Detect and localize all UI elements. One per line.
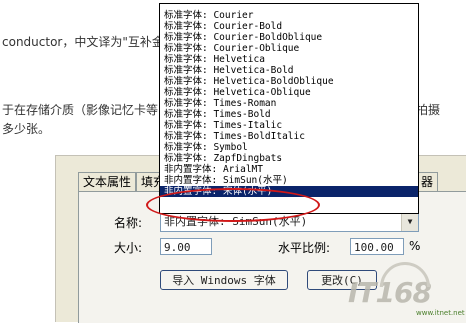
document-text-line: conductor，中文译为"互补金属	[2, 35, 176, 49]
font-size-label: 大小:	[114, 241, 143, 255]
chevron-down-icon[interactable]: ▼	[401, 213, 418, 231]
font-list-item[interactable]: 标准字体: Courier-Bold	[160, 21, 418, 32]
font-list-item[interactable]: 标准字体: Symbol	[160, 142, 418, 153]
document-text-line: 于在存储介质（影像记忆卡等	[2, 103, 159, 117]
font-name-select[interactable]: 非内置字体: SimSun(水平) ▼	[160, 212, 419, 232]
font-list-item[interactable]: 标准字体: Helvetica-Oblique	[160, 87, 418, 98]
tab-other[interactable]: 器	[416, 172, 438, 191]
font-list-item[interactable]: 非内置字体: SimSun(水平)	[160, 175, 418, 186]
font-list-item[interactable]: 标准字体: Courier-BoldOblique	[160, 32, 418, 43]
watermark-logo: IT168	[348, 262, 432, 309]
font-list-item[interactable]: 标准字体: Times-Bold	[160, 109, 418, 120]
font-list-item[interactable]: 标准字体: Times-BoldItalic	[160, 131, 418, 142]
horizontal-ratio-field[interactable]: 100.00	[350, 238, 404, 255]
tab-text-properties[interactable]: 文本属性	[78, 172, 136, 191]
font-list-item[interactable]: 标准字体: Courier	[160, 10, 418, 21]
font-size-field[interactable]: 9.00	[160, 238, 212, 255]
percent-unit-label: %	[409, 239, 421, 253]
font-list-item[interactable]: 标准字体: ZapfDingbats	[160, 153, 418, 164]
font-name-label: 名称:	[114, 216, 143, 230]
horizontal-ratio-label: 水平比例:	[278, 241, 331, 255]
font-list-item[interactable]: 标准字体: Helvetica-BoldOblique	[160, 76, 418, 87]
watermark-site: www.itnet.net	[416, 309, 465, 317]
font-list-item[interactable]: 非内置字体: ArialMT	[160, 164, 418, 175]
font-list-item[interactable]: 标准字体: Courier-Oblique	[160, 43, 418, 54]
font-list-item[interactable]: 标准字体: Times-Italic	[160, 120, 418, 131]
font-dropdown-list[interactable]: 标准字体: Courier 标准字体: Courier-Bold 标准字体: Cou…	[159, 3, 419, 214]
font-list-item[interactable]: 标准字体: Times-Roman	[160, 98, 418, 109]
font-list-item[interactable]: 非内置字体: 宋体(水平)	[160, 186, 418, 197]
font-name-value: 非内置字体: SimSun(水平)	[164, 215, 308, 228]
font-list-item[interactable]: 标准字体: Helvetica-Bold	[160, 65, 418, 76]
document-text-line: 多少张。	[2, 122, 51, 136]
import-windows-font-button[interactable]: 导入 Windows 字体	[160, 270, 288, 290]
font-list-item[interactable]: 标准字体: Helvetica	[160, 54, 418, 65]
